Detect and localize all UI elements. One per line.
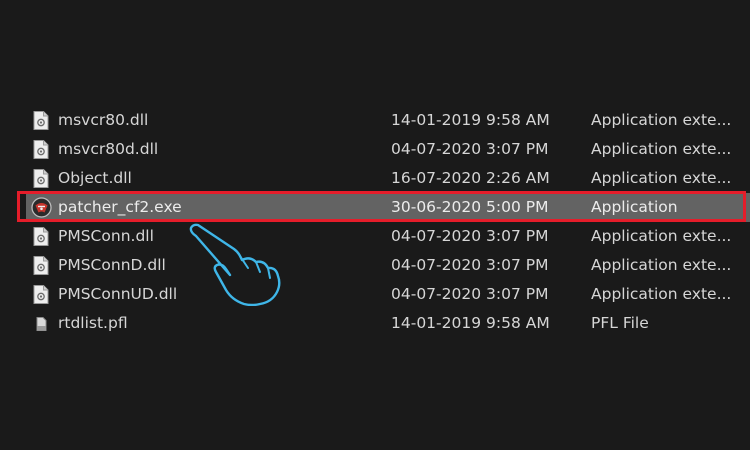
- pfl-file-icon: [33, 314, 49, 333]
- file-list: msvcr80.dll 14-01-2019 9:58 AM Applicati…: [0, 107, 750, 337]
- dll-file-icon: [33, 256, 49, 275]
- file-name: PMSConn.dll: [58, 227, 154, 245]
- file-row-rtdlist-pfl[interactable]: rtdlist.pfl 14-01-2019 9:58 AM PFL File: [26, 309, 750, 337]
- file-date-modified: 16-07-2020 2:26 AM: [391, 169, 550, 187]
- file-row-pmsconnd-dll[interactable]: PMSConnD.dll 04-07-2020 3:07 PM Applicat…: [26, 251, 750, 280]
- red-highlight-box: [17, 191, 746, 222]
- file-type: Application exte...: [591, 285, 732, 303]
- file-type: Application exte...: [591, 111, 732, 129]
- dll-file-icon: [33, 169, 49, 188]
- file-row-msvcr80-dll[interactable]: msvcr80.dll 14-01-2019 9:58 AM Applicati…: [26, 107, 750, 135]
- file-name: PMSConnD.dll: [58, 256, 166, 274]
- file-row-pmsconn-dll[interactable]: PMSConn.dll 04-07-2020 3:07 PM Applicati…: [26, 222, 750, 251]
- file-date-modified: 14-01-2019 9:58 AM: [391, 111, 550, 129]
- file-row-msvcr80d-dll[interactable]: msvcr80d.dll 04-07-2020 3:07 PM Applicat…: [26, 135, 750, 164]
- dll-file-icon: [33, 140, 49, 159]
- file-name: rtdlist.pfl: [58, 314, 128, 332]
- file-type: Application exte...: [591, 227, 732, 245]
- file-name: Object.dll: [58, 169, 132, 187]
- file-date-modified: 04-07-2020 3:07 PM: [391, 227, 549, 245]
- dll-file-icon: [33, 227, 49, 246]
- file-type: Application exte...: [591, 256, 732, 274]
- file-name: msvcr80d.dll: [58, 140, 159, 158]
- file-type: Application exte...: [591, 140, 732, 158]
- file-row-object-dll[interactable]: Object.dll 16-07-2020 2:26 AM Applicatio…: [26, 164, 750, 193]
- file-row-pmsconnud-dll[interactable]: PMSConnUD.dll 04-07-2020 3:07 PM Applica…: [26, 280, 750, 309]
- dll-file-icon: [33, 285, 49, 304]
- file-date-modified: 14-01-2019 9:58 AM: [391, 314, 550, 332]
- hand-pointer-icon: [186, 220, 286, 307]
- dll-file-icon: [33, 111, 49, 130]
- file-date-modified: 04-07-2020 3:07 PM: [391, 140, 549, 158]
- file-name: PMSConnUD.dll: [58, 285, 178, 303]
- file-name: msvcr80.dll: [58, 111, 149, 129]
- file-date-modified: 04-07-2020 3:07 PM: [391, 285, 549, 303]
- file-type: PFL File: [591, 314, 649, 332]
- file-date-modified: 04-07-2020 3:07 PM: [391, 256, 549, 274]
- file-type: Application exte...: [591, 169, 732, 187]
